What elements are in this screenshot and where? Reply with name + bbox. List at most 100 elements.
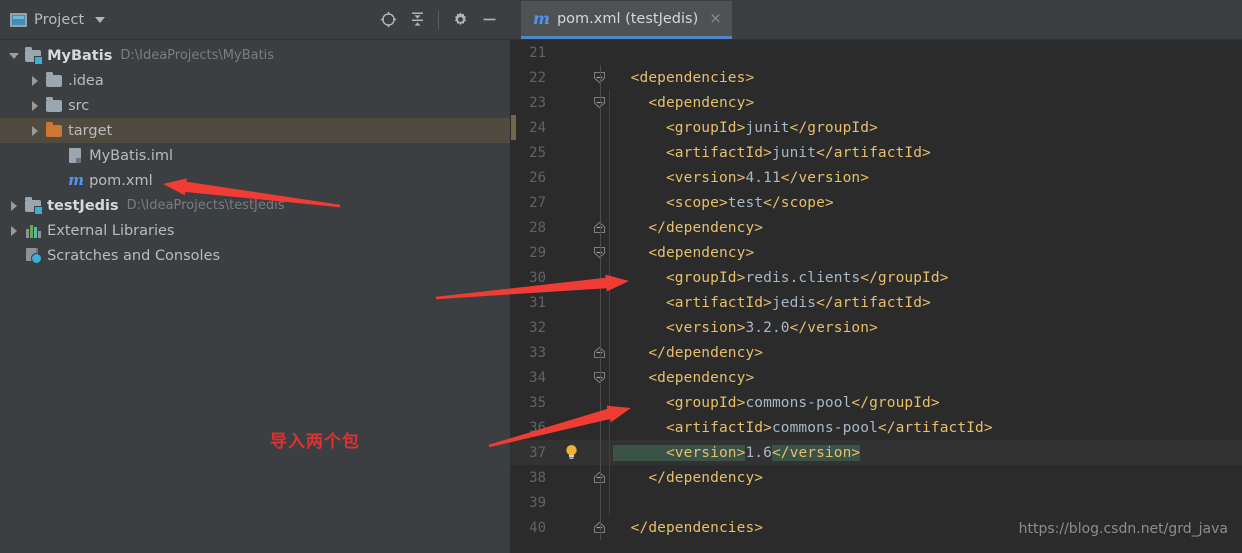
code-line[interactable]: 34 <dependency> (511, 365, 1242, 390)
ide-window: Project m pom.xml (testJedis) × MyBatis … (0, 0, 1242, 553)
tree-item-target[interactable]: target (0, 118, 510, 143)
chevron-right-icon[interactable] (7, 199, 20, 212)
tree-item-src[interactable]: src (0, 93, 510, 118)
code-line[interactable]: 37 <version>1.6</version> (511, 440, 1242, 465)
tree-item-testjedis[interactable]: testJedis D:\IdeaProjects\testJedis (0, 193, 510, 218)
tree-item-path: D:\IdeaProjects\MyBatis (120, 48, 275, 63)
gutter-icon-area (555, 215, 589, 240)
collapse-all-icon[interactable] (404, 7, 430, 33)
code-text: <groupId>commons-pool</groupId> (613, 395, 940, 411)
locate-target-icon[interactable] (375, 7, 401, 33)
line-number: 29 (529, 244, 546, 261)
code-token: </dependencies> (613, 519, 764, 536)
code-token: <dependency> (613, 244, 755, 261)
code-line[interactable]: 38 </dependency> (511, 465, 1242, 490)
chevron-right-icon[interactable] (7, 224, 20, 237)
lightbulb-intention-icon[interactable] (555, 440, 589, 465)
settings-gear-icon[interactable] (447, 7, 473, 33)
hide-minimize-icon[interactable] (476, 7, 502, 33)
line-number: 35 (529, 394, 546, 411)
code-line[interactable]: 35 <groupId>commons-pool</groupId> (511, 390, 1242, 415)
line-number: 39 (529, 494, 546, 511)
code-line[interactable]: 24 <groupId>junit</groupId> (511, 115, 1242, 140)
code-line[interactable]: 30 <groupId>redis.clients</groupId> (511, 265, 1242, 290)
top-strip: Project m pom.xml (testJedis) × (0, 0, 1242, 40)
code-token: jedis (771, 294, 817, 311)
code-text: <dependency> (613, 370, 754, 386)
project-tool-window-header: Project (0, 0, 510, 40)
code-token: commons-pool (745, 394, 852, 411)
chevron-right-icon[interactable] (28, 99, 41, 112)
code-token: <groupId> (613, 394, 746, 411)
tree-item-mybatis[interactable]: MyBatis D:\IdeaProjects\MyBatis (0, 43, 510, 68)
code-line[interactable]: 32 <version>3.2.0</version> (511, 315, 1242, 340)
code-editor[interactable]: 21 22 <dependencies> 23 <dependency> 24 <gr… (511, 40, 1242, 553)
code-token: <dependency> (613, 94, 755, 111)
code-token: </version> (789, 319, 878, 336)
gutter-icon-area (555, 240, 589, 265)
project-icon (10, 12, 27, 27)
project-tool-window-title-group[interactable]: Project (10, 11, 106, 28)
code-line[interactable]: 28 </dependency> (511, 215, 1242, 240)
code-text: <dependencies> (613, 69, 755, 86)
scratches-icon (25, 247, 43, 264)
code-token: </dependency> (613, 344, 764, 361)
code-line[interactable]: 33 </dependency> (511, 340, 1242, 365)
project-tool-window-label: Project (34, 11, 85, 28)
editor-tab-pom-xml[interactable]: m pom.xml (testJedis) × (521, 1, 732, 39)
code-token: </artifactId> (816, 294, 931, 311)
external-libraries-icon (25, 222, 42, 239)
code-token: </artifactId> (816, 144, 931, 161)
code-token: <groupId> (613, 269, 746, 286)
tree-item-external-libraries[interactable]: External Libraries (0, 218, 510, 243)
code-line[interactable]: 22 <dependencies> (511, 65, 1242, 90)
code-line[interactable]: 25 <artifactId>junit</artifactId> (511, 140, 1242, 165)
gutter-icon-area (555, 65, 589, 90)
chevron-down-icon[interactable] (95, 16, 106, 23)
code-token: </scope> (763, 194, 834, 211)
tree-item-path: D:\IdeaProjects\testJedis (126, 198, 285, 213)
close-icon[interactable]: × (709, 11, 722, 26)
code-text: <artifactId>jedis</artifactId> (613, 295, 931, 311)
code-line[interactable]: 39 (511, 490, 1242, 515)
code-line[interactable]: 27 <scope>test</scope> (511, 190, 1242, 215)
gutter-icon-area (555, 40, 589, 65)
code-line[interactable]: 36 <artifactId>commons-pool</artifactId> (511, 415, 1242, 440)
code-line[interactable]: 31 <artifactId>jedis</artifactId> (511, 290, 1242, 315)
chevron-right-icon[interactable] (28, 124, 41, 137)
tree-item-mybatis-iml[interactable]: MyBatis.iml (0, 143, 510, 168)
fold-marker-up[interactable] (589, 515, 613, 540)
code-line[interactable]: 21 (511, 40, 1242, 65)
code-line[interactable]: 29 <dependency> (511, 240, 1242, 265)
code-text: </dependency> (613, 345, 763, 361)
code-token: <scope> (613, 194, 728, 211)
code-token: </groupId> (860, 269, 949, 286)
project-toolbar-actions (375, 7, 502, 33)
fold-region-guide-inner (609, 90, 610, 515)
tree-item-idea[interactable]: .idea (0, 68, 510, 93)
maven-pom-icon: m (68, 171, 84, 189)
code-token: <version> (613, 444, 746, 461)
code-text: <version>3.2.0</version> (613, 320, 878, 336)
chevron-right-icon[interactable] (28, 74, 41, 87)
code-line[interactable]: 23 <dependency> (511, 90, 1242, 115)
code-text: <version>4.11</version> (613, 170, 869, 186)
gutter-icon-area (555, 390, 589, 415)
tree-item-pom-xml[interactable]: m pom.xml (0, 168, 510, 193)
code-token: <artifactId> (613, 294, 772, 311)
fold-marker-down[interactable] (589, 65, 613, 90)
code-text: <version>1.6</version> (613, 444, 861, 461)
toolbar-separator (438, 10, 439, 29)
line-number: 27 (529, 194, 546, 211)
code-token: redis.clients (745, 269, 861, 286)
code-token: <dependencies> (613, 69, 755, 86)
code-token: 3.2.0 (745, 319, 790, 336)
code-line[interactable]: 26 <version>4.11</version> (511, 165, 1242, 190)
code-text: <dependency> (613, 245, 754, 261)
fold-region-guide (600, 65, 601, 540)
tree-item-label: src (68, 97, 90, 114)
tree-item-label: testJedis (47, 197, 119, 214)
tree-item-scratches-and-consoles[interactable]: Scratches and Consoles (0, 243, 510, 268)
chevron-down-icon[interactable] (7, 49, 20, 62)
